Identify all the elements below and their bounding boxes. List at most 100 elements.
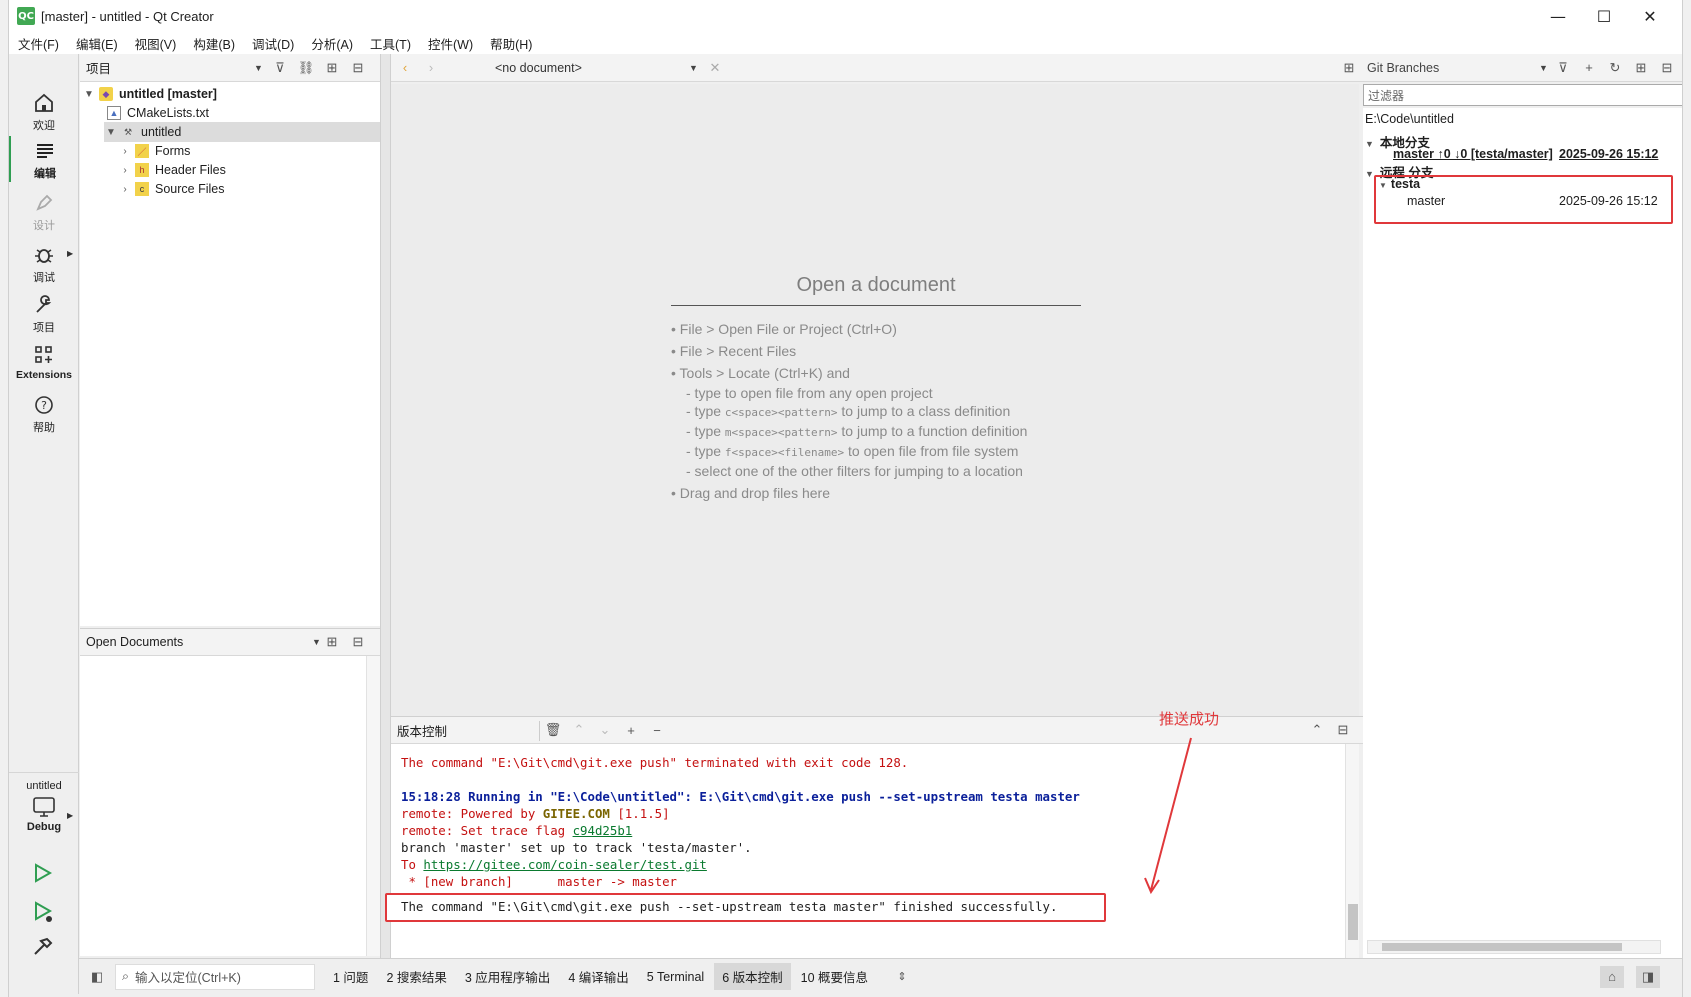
chevron-right-icon[interactable]: ›: [118, 184, 132, 195]
tree-item-root[interactable]: ▼ ◆ untitled [master]: [80, 84, 217, 104]
mode-help[interactable]: ? 帮助: [9, 394, 79, 435]
qt-creator-logo-icon: QC: [17, 7, 35, 25]
tree-item-headers[interactable]: › h Header Files: [118, 160, 226, 180]
tab-issues[interactable]: 1 问题: [325, 963, 376, 990]
mode-edit-label: 编辑: [34, 168, 56, 180]
hint-line-open-file: - type to open file from any open projec…: [686, 385, 933, 401]
arrow-up-icon[interactable]: ⌃: [567, 719, 591, 741]
refresh-icon[interactable]: ↻: [1603, 57, 1627, 79]
chevron-right-icon[interactable]: ›: [118, 165, 132, 176]
split-editor-icon[interactable]: ⊞: [1337, 57, 1361, 79]
open-docs-scrollbar[interactable]: [366, 656, 380, 956]
highlighted-success-text: The command "E:\Git\cmd\git.exe push --s…: [401, 899, 1058, 914]
open-docs-selector[interactable]: Open Documents: [86, 635, 183, 649]
mode-extensions[interactable]: Extensions: [9, 344, 79, 381]
zoom-in-icon[interactable]: +: [619, 719, 643, 741]
tree-item-cmakelists[interactable]: ▲ CMakeLists.txt: [104, 103, 209, 123]
filter-icon[interactable]: ⊽: [1551, 57, 1575, 79]
close-pane-icon[interactable]: ⊟: [1331, 719, 1355, 741]
kit-selector[interactable]: untitled Debug: [9, 780, 79, 833]
tab-compile-output[interactable]: 4 编译输出: [560, 963, 636, 990]
add-branch-icon[interactable]: +: [1577, 57, 1601, 79]
maximize-pane-icon[interactable]: ⌃: [1305, 719, 1329, 741]
maximize-button[interactable]: ☐: [1581, 0, 1627, 32]
menu-help[interactable]: 帮助(H): [481, 34, 540, 53]
menu-file[interactable]: 文件(F): [9, 34, 67, 53]
mode-welcome[interactable]: 欢迎: [9, 92, 79, 133]
progress-details-icon[interactable]: ⌂: [1600, 965, 1624, 988]
split-icon[interactable]: ⊞: [320, 631, 344, 653]
forward-icon[interactable]: ›: [419, 57, 443, 79]
branch-tree: E:\Code\untitled ▼ 本地分支 master ↑0 ↓0 [tes…: [1363, 108, 1682, 958]
mode-design[interactable]: 设计: [9, 192, 79, 233]
trace-flag-link[interactable]: c94d25b1: [573, 823, 633, 838]
arrow-down-icon[interactable]: ⌄: [593, 719, 617, 741]
chevron-down-icon[interactable]: ▼: [104, 127, 118, 138]
locate-input[interactable]: ⌕ 输入以定位(Ctrl+K): [115, 963, 315, 990]
toggle-sidebar-icon[interactable]: ◧: [85, 966, 109, 988]
back-icon[interactable]: ‹: [393, 57, 417, 79]
hint-line-file: - type f<space><filename> to open file f…: [686, 443, 1019, 459]
remote-url-link[interactable]: https://gitee.com/coin-sealer/test.git: [423, 857, 706, 872]
toggle-right-sidebar-icon[interactable]: ◨: [1636, 965, 1660, 988]
menu-build[interactable]: 构建(B): [184, 34, 243, 53]
chevron-down-icon[interactable]: ▼: [1365, 139, 1374, 149]
document-selector[interactable]: <no document>: [495, 61, 582, 75]
chevron-down-icon[interactable]: ▼: [689, 63, 698, 73]
branch-hscrollbar[interactable]: [1367, 940, 1661, 954]
build-button[interactable]: [31, 936, 55, 962]
tab-search-results[interactable]: 2 搜索结果: [378, 963, 454, 990]
menu-widgets[interactable]: 控件(W): [419, 34, 481, 53]
repo-path: E:\Code\untitled: [1365, 112, 1454, 126]
qt-creator-window: QC [master] - untitled - Qt Creator — ☐ …: [8, 0, 1683, 997]
branch-filter-input[interactable]: 过滤器: [1363, 84, 1682, 106]
debug-run-button[interactable]: [31, 900, 55, 928]
git-branches-header: Git Branches ▼ ⊽ + ↻ ⊞ ⊟: [1363, 54, 1682, 82]
close-pane-icon[interactable]: ⊟: [346, 631, 370, 653]
git-branches-title[interactable]: Git Branches: [1367, 61, 1439, 75]
close-sidebar-icon[interactable]: ⊟: [1655, 57, 1679, 79]
chevron-right-icon[interactable]: ›: [118, 146, 132, 157]
menu-bar: 文件(F) 编辑(E) 视图(V) 构建(B) 调试(D) 分析(A) 工具(T…: [9, 32, 1682, 54]
menu-tools[interactable]: 工具(T): [361, 34, 419, 53]
split-icon[interactable]: ⊞: [320, 57, 344, 79]
zoom-out-icon[interactable]: −: [645, 719, 669, 741]
close-document-icon[interactable]: ✕: [703, 57, 727, 79]
trash-icon[interactable]: 🗑: [541, 719, 565, 741]
close-button[interactable]: ✕: [1627, 0, 1673, 32]
chevron-down-icon[interactable]: ▼: [254, 63, 263, 73]
log-line-powered: remote: Powered by GITEE.COM [1.1.5]: [401, 806, 670, 821]
tab-version-control[interactable]: 6 版本控制: [714, 963, 791, 990]
link-icon[interactable]: ⛓: [294, 57, 318, 79]
menu-view[interactable]: 视图(V): [126, 34, 185, 53]
mode-edit[interactable]: 编辑: [9, 136, 79, 182]
tree-item-target[interactable]: ▼ ⚒ untitled: [104, 122, 380, 142]
svg-text:?: ?: [41, 399, 47, 412]
more-tabs-icon[interactable]: ⇕: [890, 966, 914, 988]
menu-analyze[interactable]: 分析(A): [302, 34, 361, 53]
locate-placeholder: 输入以定位(Ctrl+K): [135, 971, 241, 985]
tree-item-forms[interactable]: › ／ Forms: [118, 141, 190, 161]
status-bar: ◧ ⌕ 输入以定位(Ctrl+K) 1 问题 2 搜索结果 3 应用程序输出 4…: [79, 958, 1682, 994]
vcs-scrollbar[interactable]: [1345, 744, 1359, 958]
splitter[interactable]: [380, 54, 391, 958]
projects-view-selector[interactable]: 项目: [86, 58, 111, 77]
close-pane-icon[interactable]: ⊟: [346, 57, 370, 79]
split-icon[interactable]: ⊞: [1629, 57, 1653, 79]
local-branch-master[interactable]: master ↑0 ↓0 [testa/master]: [1393, 147, 1553, 161]
chevron-down-icon[interactable]: ▼: [1539, 63, 1548, 73]
filter-icon[interactable]: ⊽: [268, 57, 292, 79]
tab-application-output[interactable]: 3 应用程序输出: [457, 963, 558, 990]
run-button[interactable]: [31, 862, 55, 888]
chevron-down-icon[interactable]: ▼: [1365, 169, 1374, 179]
menu-debug[interactable]: 调试(D): [243, 34, 302, 53]
menu-edit[interactable]: 编辑(E): [67, 34, 126, 53]
open-documents-header: Open Documents ▼ ⊞ ⊟: [80, 628, 380, 656]
chevron-down-icon[interactable]: ▼: [82, 89, 96, 100]
tab-general-messages[interactable]: 10 概要信息: [793, 963, 876, 990]
tab-terminal[interactable]: 5 Terminal: [639, 966, 712, 988]
mode-project[interactable]: 项目: [9, 294, 79, 335]
tree-item-sources[interactable]: › c Source Files: [118, 179, 224, 199]
minimize-button[interactable]: —: [1535, 0, 1581, 32]
home-icon: [35, 93, 53, 112]
